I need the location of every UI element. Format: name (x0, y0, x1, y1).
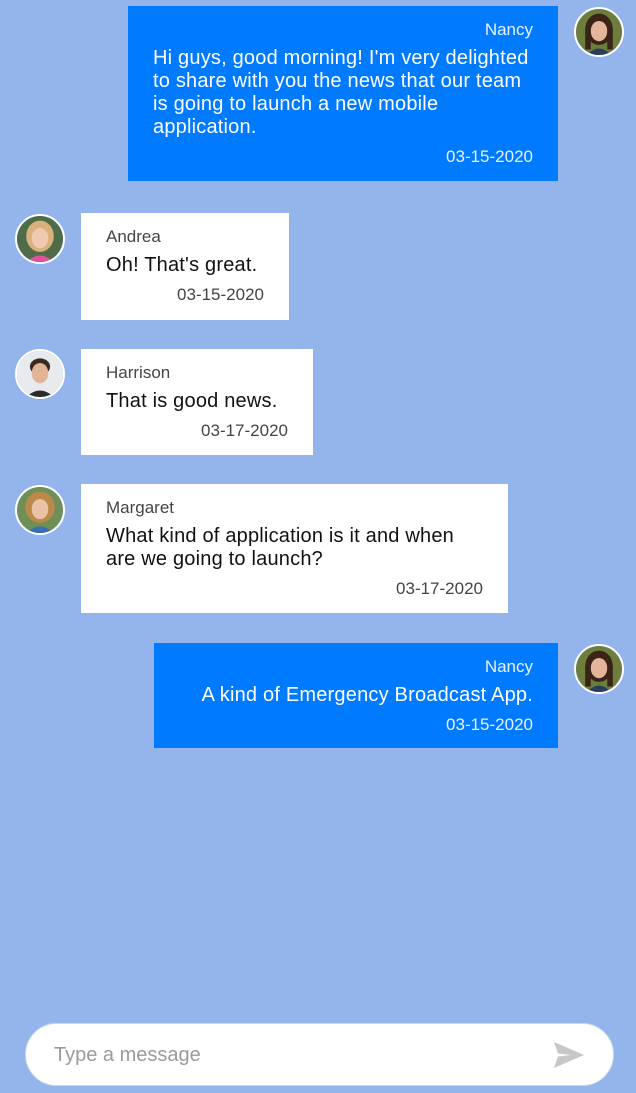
message-bubble[interactable]: Harrison That is good news. 03-17-2020 (81, 349, 313, 455)
avatar-image (17, 351, 63, 397)
message-author: Nancy (484, 20, 533, 39)
send-button[interactable] (553, 1041, 585, 1069)
avatar-image (17, 216, 63, 262)
message-author: Harrison (106, 363, 171, 382)
message-timestamp: 03-17-2020 (396, 579, 483, 598)
message-bubble[interactable]: Andrea Oh! That's great. 03-15-2020 (81, 213, 289, 320)
message-text: Oh! That's great. (106, 254, 258, 276)
message-bubble[interactable]: Nancy Hi guys, good morning! I'm very de… (128, 6, 558, 181)
avatar-image (17, 487, 63, 533)
woman-dark-hair-avatar[interactable] (574, 644, 624, 694)
message-author: Andrea (106, 227, 161, 246)
woman-dark-hair-avatar[interactable] (574, 7, 624, 57)
woman-curly-hair-avatar[interactable] (15, 485, 65, 535)
chat-message-list[interactable]: Nancy Hi guys, good morning! I'm very de… (0, 0, 636, 1010)
message-author: Nancy (484, 657, 533, 676)
message-input[interactable] (54, 1038, 534, 1072)
message-bubble[interactable]: Margaret What kind of application is it … (81, 484, 508, 613)
woman-blonde-avatar[interactable] (15, 214, 65, 264)
message-text: A kind of Emergency Broadcast App. (201, 684, 533, 706)
message-text: What kind of application is it and when … (106, 525, 454, 570)
message-timestamp: 03-17-2020 (201, 421, 288, 440)
message-author: Margaret (106, 498, 175, 517)
send-icon (554, 1042, 584, 1068)
message-text: Hi guys, good morning! I'm very delighte… (153, 47, 529, 138)
avatar-image (576, 9, 622, 55)
man-avatar[interactable] (15, 349, 65, 399)
message-timestamp: 03-15-2020 (446, 147, 533, 166)
message-bubble[interactable]: Nancy A kind of Emergency Broadcast App.… (154, 643, 558, 748)
message-composer (25, 1023, 614, 1086)
message-timestamp: 03-15-2020 (446, 715, 533, 734)
message-timestamp: 03-15-2020 (177, 285, 264, 304)
message-text: That is good news. (106, 390, 278, 412)
avatar-image (576, 646, 622, 692)
